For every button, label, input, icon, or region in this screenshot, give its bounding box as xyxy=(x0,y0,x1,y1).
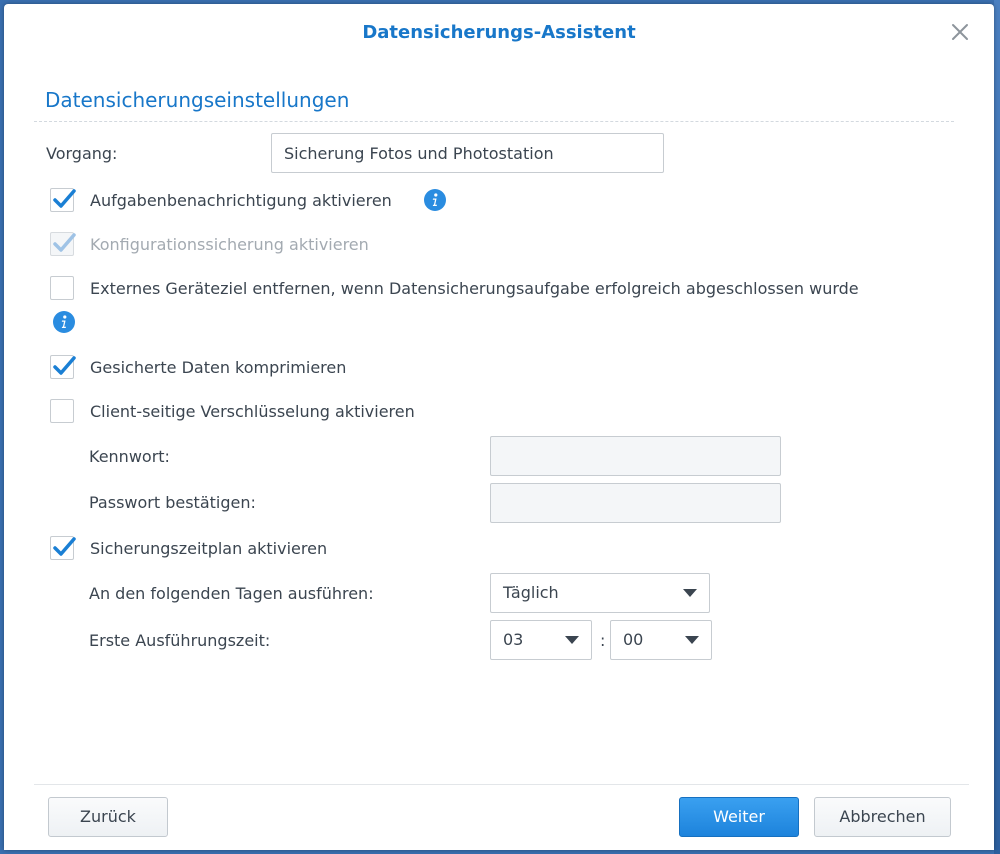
hour-value: 03 xyxy=(503,630,524,649)
info-icon[interactable] xyxy=(424,189,446,211)
notification-checkbox[interactable] xyxy=(50,188,76,212)
back-button[interactable]: Zurück xyxy=(48,797,168,837)
minute-value: 00 xyxy=(623,630,644,649)
footer-divider xyxy=(34,784,969,785)
dropdown-arrow-icon xyxy=(565,636,579,644)
confirm-password-input[interactable] xyxy=(490,483,781,523)
time-separator: : xyxy=(600,631,606,650)
next-button[interactable]: Weiter xyxy=(679,797,799,837)
schedule-days-value: Täglich xyxy=(503,583,559,602)
check-icon xyxy=(53,233,76,252)
password-input[interactable] xyxy=(490,436,781,476)
task-name-label: Vorgang: xyxy=(46,144,118,163)
compress-checkbox[interactable] xyxy=(50,355,76,379)
info-icon[interactable] xyxy=(53,311,75,333)
section-title: Datensicherungseinstellungen xyxy=(45,88,350,112)
compress-label: Gesicherte Daten komprimieren xyxy=(90,358,347,377)
dropdown-arrow-icon xyxy=(685,636,699,644)
schedule-days-label: An den folgenden Tagen ausführen: xyxy=(89,584,374,603)
schedule-days-select[interactable]: Täglich xyxy=(490,573,710,613)
backup-wizard-dialog: Datensicherungs-Assistent Datensicherung… xyxy=(4,4,994,850)
close-icon[interactable] xyxy=(948,20,972,44)
dialog-title: Datensicherungs-Assistent xyxy=(362,22,636,43)
config-backup-label: Konfigurationssicherung aktivieren xyxy=(90,235,369,254)
notification-label: Aufgabenbenachrichtigung aktivieren xyxy=(90,191,392,210)
task-name-input[interactable] xyxy=(271,133,664,173)
dialog-titlebar: Datensicherungs-Assistent xyxy=(4,4,994,64)
cancel-button[interactable]: Abbrechen xyxy=(814,797,951,837)
dropdown-arrow-icon xyxy=(683,589,697,597)
encryption-label: Client-seitige Verschlüsselung aktiviere… xyxy=(90,402,415,421)
check-icon xyxy=(53,537,76,556)
check-icon xyxy=(53,189,76,208)
config-backup-checkbox[interactable] xyxy=(50,232,76,256)
encryption-checkbox[interactable] xyxy=(50,399,74,423)
remove-external-label: Externes Geräteziel entfernen, wenn Date… xyxy=(90,279,859,298)
minute-select[interactable]: 00 xyxy=(610,620,712,660)
check-icon xyxy=(53,356,76,375)
confirm-password-label: Passwort bestätigen: xyxy=(89,493,256,512)
hour-select[interactable]: 03 xyxy=(490,620,592,660)
desktop-background xyxy=(994,0,1000,854)
password-label: Kennwort: xyxy=(89,447,170,466)
schedule-checkbox[interactable] xyxy=(50,536,76,560)
section-divider xyxy=(34,121,954,122)
schedule-label: Sicherungszeitplan aktivieren xyxy=(90,539,328,558)
first-run-time-label: Erste Ausführungszeit: xyxy=(89,631,271,650)
remove-external-checkbox[interactable] xyxy=(50,276,74,300)
